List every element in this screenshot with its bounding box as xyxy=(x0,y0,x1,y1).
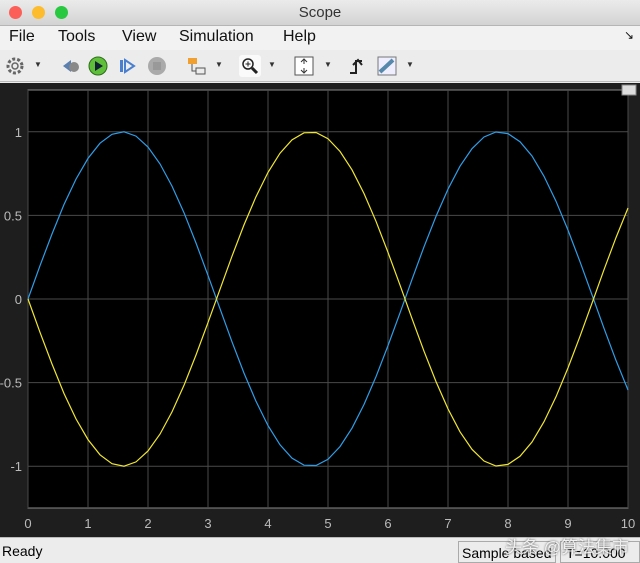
menu-bar: File Tools View Simulation Help ↘ xyxy=(0,26,640,50)
y-tick-label: -1 xyxy=(10,459,22,474)
toolbar: ▼ ▼ ▼ ▼ ▼ xyxy=(0,50,640,82)
x-tick-label: 5 xyxy=(324,516,331,531)
step-forward-icon[interactable] xyxy=(116,55,138,77)
menu-help[interactable]: Help xyxy=(283,28,316,46)
undock-axes-icon[interactable] xyxy=(621,84,637,96)
x-tick-label: 1 xyxy=(84,516,91,531)
scale-dropdown-icon[interactable]: ▼ xyxy=(324,60,332,69)
x-tick-label: 10 xyxy=(621,516,635,531)
minimize-window-button[interactable] xyxy=(32,6,45,19)
zoom-dropdown-icon[interactable]: ▼ xyxy=(268,60,276,69)
dock-icon[interactable]: ↘ xyxy=(624,28,634,42)
y-tick-label: -0.5 xyxy=(0,376,22,391)
x-tick-label: 4 xyxy=(264,516,271,531)
watermark: 头条 @算法集市 xyxy=(505,538,629,557)
x-tick-label: 8 xyxy=(504,516,511,531)
scope-plot[interactable]: 0 1 2 3 4 5 6 7 8 9 10 1 0.5 0 -0.5 -1 xyxy=(0,83,640,537)
window-title: Scope xyxy=(298,4,342,21)
y-tick-label: 0.5 xyxy=(4,208,22,223)
status-text: Ready xyxy=(2,543,43,559)
y-tick-label: 0 xyxy=(15,292,22,307)
measurements-dropdown-icon[interactable]: ▼ xyxy=(406,60,414,69)
stop-icon[interactable] xyxy=(146,55,168,77)
menu-file[interactable]: File xyxy=(9,28,35,46)
scale-axes-icon[interactable] xyxy=(293,55,315,77)
highlight-dropdown-icon[interactable]: ▼ xyxy=(215,60,223,69)
highlight-block-icon[interactable] xyxy=(186,55,208,77)
triggers-icon[interactable] xyxy=(346,55,368,77)
x-tick-label: 0 xyxy=(24,516,31,531)
menu-view[interactable]: View xyxy=(122,28,156,46)
menu-simulation[interactable]: Simulation xyxy=(179,28,254,46)
scope-display: 0 1 2 3 4 5 6 7 8 9 10 1 0.5 0 -0.5 -1 xyxy=(0,83,640,537)
measurements-icon[interactable] xyxy=(376,55,398,77)
x-tick-label: 9 xyxy=(564,516,571,531)
y-tick-label: 1 xyxy=(15,125,22,140)
x-tick-label: 7 xyxy=(444,516,451,531)
x-tick-label: 6 xyxy=(384,516,391,531)
menu-tools[interactable]: Tools xyxy=(58,28,95,46)
settings-dropdown-icon[interactable]: ▼ xyxy=(34,60,42,69)
close-window-button[interactable] xyxy=(9,6,22,19)
x-tick-label: 3 xyxy=(204,516,211,531)
settings-icon[interactable] xyxy=(4,55,26,77)
maximize-window-button[interactable] xyxy=(55,6,68,19)
zoom-in-icon[interactable] xyxy=(239,55,261,77)
simulation-data-inspector-icon[interactable] xyxy=(60,55,82,77)
run-icon[interactable] xyxy=(87,55,109,77)
x-tick-label: 2 xyxy=(144,516,151,531)
title-bar: Scope xyxy=(0,0,640,26)
